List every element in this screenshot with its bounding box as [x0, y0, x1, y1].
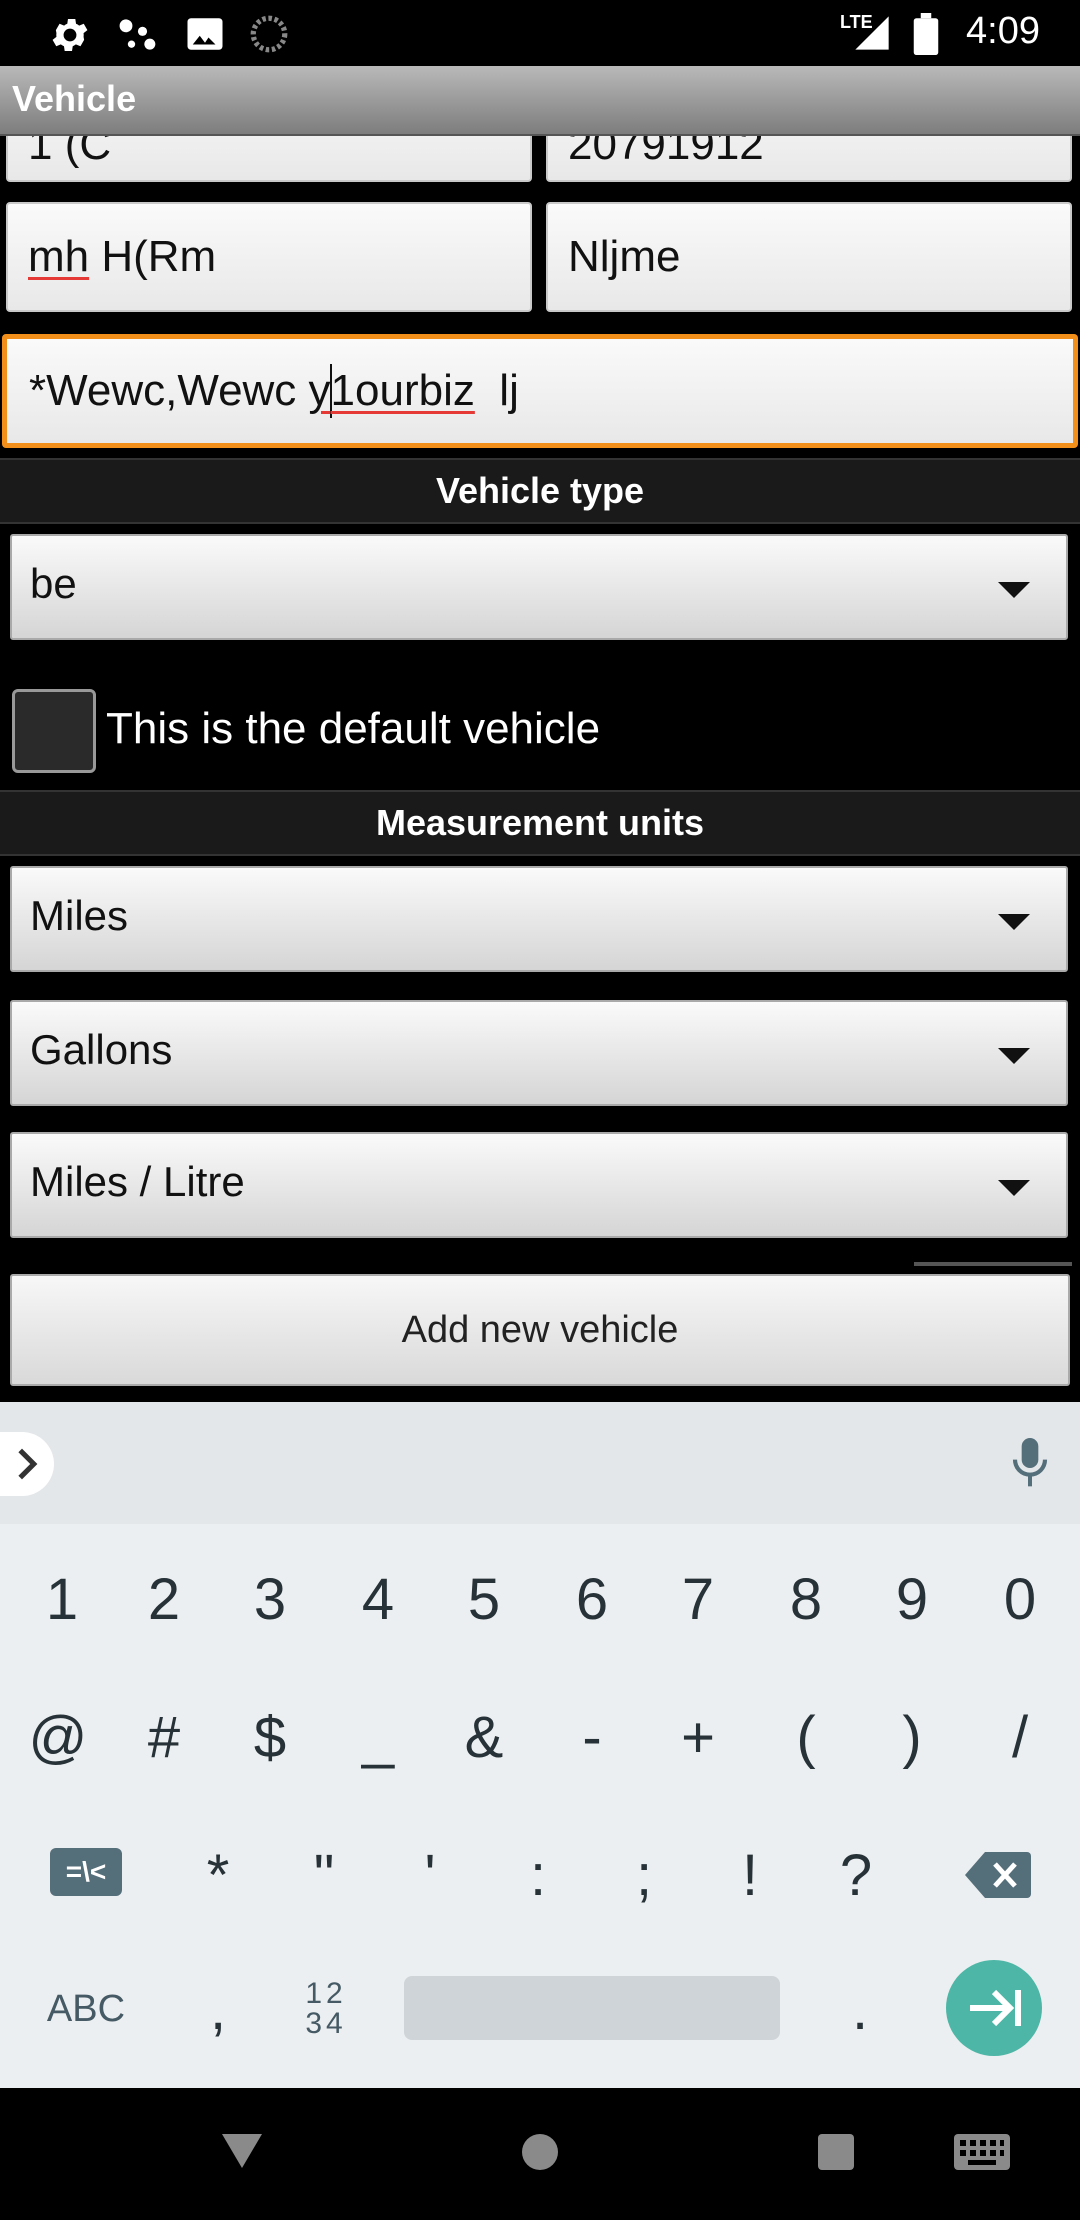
backspace-key[interactable]: [952, 1806, 1044, 1944]
space-key[interactable]: [404, 1976, 780, 2040]
field-value: *Wewc,Wewc: [29, 366, 309, 415]
field-value: lj: [474, 366, 519, 415]
symbol-row-1: @ # $ _ & - + ( ) /: [0, 1668, 1080, 1806]
tab-arrow-icon: [970, 1989, 1021, 2027]
misspelled-word: mh: [28, 232, 90, 281]
key-dollar[interactable]: $: [224, 1668, 316, 1806]
misspelled-word: 1ourbiz: [330, 366, 475, 415]
key-6[interactable]: 6: [546, 1530, 638, 1668]
page-title: Vehicle: [12, 78, 137, 119]
numpad-key[interactable]: 12 34: [280, 1940, 372, 2078]
key-comma[interactable]: ,: [172, 1940, 264, 2078]
distance-unit-dropdown[interactable]: Miles: [10, 866, 1068, 972]
field-value: 20791912: [568, 136, 764, 169]
default-vehicle-label: This is the default vehicle: [106, 704, 601, 753]
scroll-indicator: [914, 1262, 1072, 1266]
symbol-row-2: * " ' : ; ! ?: [0, 1806, 1080, 1944]
dropdown-value: be: [30, 560, 77, 607]
vehicle-model-field[interactable]: Nljme: [546, 202, 1072, 312]
key-7[interactable]: 7: [652, 1530, 744, 1668]
dropdown-value: Gallons: [30, 1026, 173, 1073]
app-bar: Vehicle: [0, 66, 1080, 136]
vehicle-field-2[interactable]: 20791912: [546, 136, 1072, 182]
vehicle-form: 1 (C 20791912 mh H(Rm Nljme *Wewc,Wewc y…: [0, 136, 1080, 1402]
key-9[interactable]: 9: [866, 1530, 958, 1668]
key-2[interactable]: 2: [118, 1530, 210, 1668]
field-value: 1 (C: [28, 136, 112, 169]
image-icon: [187, 18, 223, 50]
dropdown-arrow-icon: [998, 1180, 1030, 1196]
key-double-quote[interactable]: ": [278, 1806, 370, 1944]
key-5[interactable]: 5: [438, 1530, 530, 1668]
numpad-key-top: 12: [305, 1977, 347, 2010]
assistant-icon: [119, 19, 156, 50]
key-single-quote[interactable]: ': [384, 1806, 476, 1944]
default-vehicle-checkbox[interactable]: [12, 689, 96, 773]
battery-icon: [913, 13, 939, 55]
add-vehicle-button[interactable]: Add new vehicle: [10, 1274, 1070, 1386]
field-value: Nljme: [568, 232, 681, 281]
recents-icon[interactable]: [818, 2134, 854, 2170]
next-key[interactable]: [946, 1960, 1042, 2056]
vehicle-make-field[interactable]: mh H(Rm: [6, 202, 532, 312]
key-1[interactable]: 1: [16, 1530, 108, 1668]
key-4[interactable]: 4: [332, 1530, 424, 1668]
gear-icon: [52, 18, 88, 52]
key-plus[interactable]: +: [652, 1668, 744, 1806]
key-3[interactable]: 3: [224, 1530, 316, 1668]
key-close-paren[interactable]: ): [866, 1668, 958, 1806]
key-minus[interactable]: -: [546, 1668, 638, 1806]
number-row: 1 2 3 4 5 6 7 8 9 0: [0, 1530, 1080, 1668]
chevron-right-icon[interactable]: [0, 1432, 54, 1496]
signal-icon: [855, 16, 889, 50]
dropdown-value: Miles / Litre: [30, 1158, 245, 1205]
key-exclamation[interactable]: !: [704, 1806, 796, 1944]
backspace-icon: [965, 1852, 1031, 1898]
keyboard-switch-icon[interactable]: [954, 2134, 1010, 2170]
key-slash[interactable]: /: [974, 1668, 1066, 1806]
numpad-key-bottom: 34: [305, 2007, 347, 2040]
vehicle-type-dropdown[interactable]: be: [10, 534, 1068, 640]
sync-icon: [250, 15, 288, 53]
key-8[interactable]: 8: [760, 1530, 852, 1668]
key-question[interactable]: ?: [810, 1806, 902, 1944]
back-icon[interactable]: [222, 2134, 262, 2168]
suggestion-strip: [0, 1402, 1080, 1524]
dropdown-value: Miles: [30, 892, 129, 939]
dropdown-arrow-icon: [998, 582, 1030, 598]
vehicle-name-input[interactable]: *Wewc,Wewc y 1ourbiz lj: [2, 334, 1078, 448]
key-colon[interactable]: :: [492, 1806, 584, 1944]
soft-keyboard: 1 2 3 4 5 6 7 8 9 0 @ # $ _ & - + ( ) / …: [0, 1402, 1080, 2088]
key-asterisk[interactable]: *: [172, 1806, 264, 1944]
key-hash[interactable]: #: [118, 1668, 210, 1806]
economy-unit-dropdown[interactable]: Miles / Litre: [10, 1132, 1068, 1238]
home-icon[interactable]: [520, 2132, 560, 2172]
status-bar: LTE 4:09: [0, 0, 1080, 66]
key-ampersand[interactable]: &: [438, 1668, 530, 1806]
key-underscore[interactable]: _: [332, 1668, 424, 1806]
key-open-paren[interactable]: (: [760, 1668, 852, 1806]
key-0[interactable]: 0: [974, 1530, 1066, 1668]
field-value: H(Rm: [89, 232, 217, 281]
key-semicolon[interactable]: ;: [598, 1806, 690, 1944]
measurement-units-header: Measurement units: [0, 790, 1080, 856]
navigation-bar: [0, 2088, 1080, 2220]
misspelled-word: y: [308, 366, 331, 415]
dropdown-arrow-icon: [998, 914, 1030, 930]
vehicle-type-header: Vehicle type: [0, 458, 1080, 524]
key-period[interactable]: .: [814, 1940, 906, 2078]
clock: 4:09: [966, 10, 1040, 52]
microphone-icon[interactable]: [1010, 1436, 1050, 1490]
dropdown-arrow-icon: [998, 1048, 1030, 1064]
vehicle-field-1[interactable]: 1 (C: [6, 136, 532, 182]
key-at[interactable]: @: [12, 1668, 104, 1806]
volume-unit-dropdown[interactable]: Gallons: [10, 1000, 1068, 1106]
abc-key[interactable]: ABC: [26, 1940, 146, 2078]
